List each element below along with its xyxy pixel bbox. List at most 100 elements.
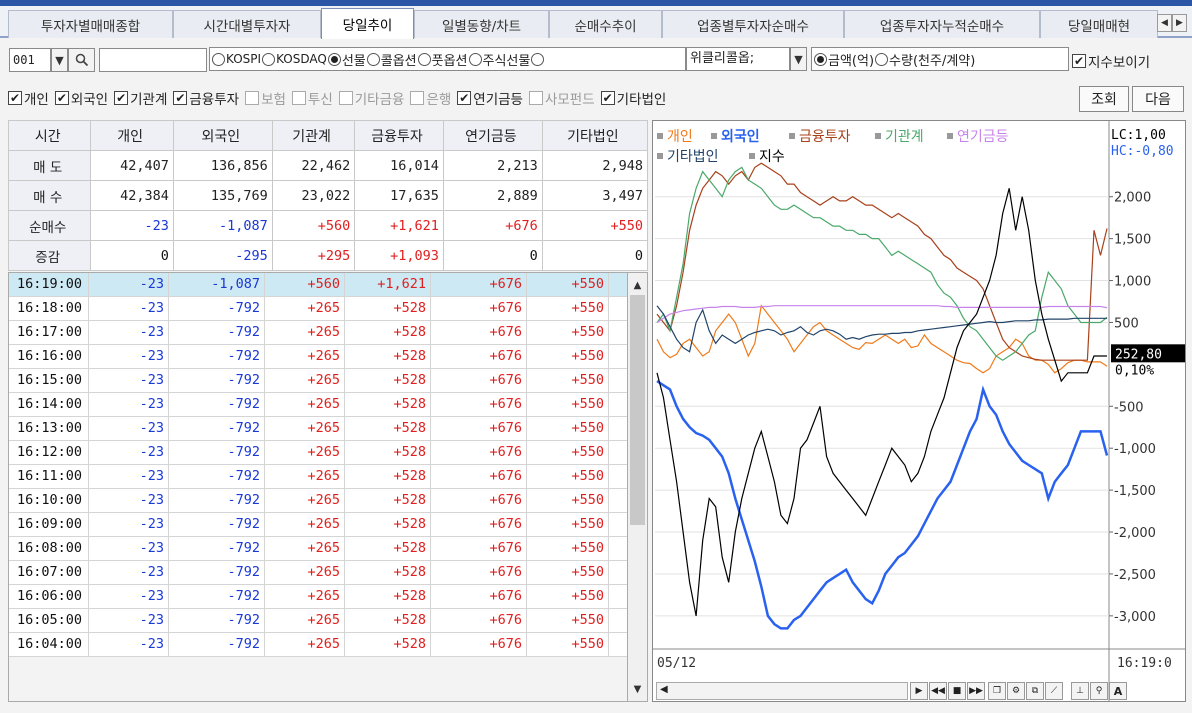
chart-horizontal-scrollbar[interactable]: ◀	[656, 682, 908, 700]
y-tick-label: 500	[1114, 316, 1139, 331]
row-cell: +550	[527, 441, 609, 464]
tab-today-trading[interactable]: 당일매매현	[1040, 10, 1158, 38]
table-row[interactable]: 16:05:00 -23 -792 +265 +528 +676 +550	[9, 609, 627, 633]
table-row[interactable]: 16:12:00 -23 -792 +265 +528 +676 +550	[9, 441, 627, 465]
table-row[interactable]: 16:04:00 -23 -792 +265 +528 +676 +550	[9, 633, 627, 657]
investor-checkbox[interactable]: 은행	[410, 88, 451, 108]
chart-line-icon[interactable]: ⟋	[1045, 682, 1063, 700]
row-cell: +676	[431, 633, 527, 656]
summary-cell: 3,497	[541, 180, 649, 211]
table-row[interactable]: 16:17:00 -23 -792 +265 +528 +676 +550	[9, 321, 627, 345]
tab-prev-button[interactable]: ◀	[1157, 14, 1172, 32]
name-field[interactable]	[99, 48, 207, 72]
radio-stock-futures[interactable]: 주식선물	[468, 50, 530, 69]
search-button[interactable]	[68, 48, 95, 72]
row-cell: +550	[527, 513, 609, 536]
table-row[interactable]: 16:11:00 -23 -792 +265 +528 +676 +550	[9, 465, 627, 489]
table-row[interactable]: 16:16:00 -23 -792 +265 +528 +676 +550	[9, 345, 627, 369]
investor-checkbox[interactable]: ✔ 기관계	[114, 88, 167, 108]
radio-weekly-button	[531, 52, 545, 66]
radio-kospi[interactable]: KOSPI	[212, 52, 261, 66]
table-row[interactable]: 16:14:00 -23 -792 +265 +528 +676 +550	[9, 393, 627, 417]
chart-stop-button[interactable]: ■	[948, 682, 966, 700]
scroll-down-icon[interactable]: ▼	[628, 679, 647, 699]
tab-sector-cumulative[interactable]: 업종투자자누적순매수	[844, 10, 1040, 38]
row-cell: +528	[345, 441, 431, 464]
chart-last-button[interactable]: ▶▶	[967, 682, 985, 700]
investor-checkbox[interactable]: ✔ 개인	[8, 88, 49, 108]
tab-daily-chart[interactable]: 일별동향/차트	[414, 10, 549, 38]
table-row[interactable]: 16:13:00 -23 -792 +265 +528 +676 +550	[9, 417, 627, 441]
chart-window-icon[interactable]: ❐	[988, 682, 1006, 700]
investor-checkbox[interactable]: ✔ 연기금등	[457, 88, 523, 108]
scroll-up-icon[interactable]: ▲	[628, 275, 647, 295]
investor-checkbox[interactable]: 기타금융	[338, 88, 404, 108]
investor-checkbox[interactable]: 사모펀드	[528, 88, 595, 108]
table-row[interactable]: 16:10:00 -23 -792 +265 +528 +676 +550	[9, 489, 627, 513]
tab-investor-summary[interactable]: 투자자별매매종합	[8, 10, 173, 38]
chart-settings-icon[interactable]: ⚙	[1007, 682, 1025, 700]
radio-quantity[interactable]: 수량(천주/계약)	[875, 50, 975, 69]
radio-kosdaq[interactable]: KOSDAQ	[262, 52, 327, 66]
row-cell: +550	[527, 489, 609, 512]
radio-weekly[interactable]	[531, 52, 545, 66]
investor-checkbox[interactable]: 보험	[245, 88, 286, 108]
tab-next-button[interactable]: ▶	[1172, 14, 1187, 32]
column-header[interactable]: 연기금등	[442, 120, 543, 151]
column-header[interactable]: 시간	[7, 120, 92, 151]
table-row[interactable]: 16:06:00 -23 -792 +265 +528 +676 +550	[9, 585, 627, 609]
radio-call-option[interactable]: 콜옵션	[366, 50, 417, 69]
chart-copy-icon[interactable]: ⧉	[1026, 682, 1044, 700]
chart-text-icon[interactable]: A	[1109, 682, 1127, 700]
table-row[interactable]: 16:18:00 -23 -792 +265 +528 +676 +550	[9, 297, 627, 321]
weekly-option-dropdown[interactable]: ▼	[790, 47, 807, 71]
chart-crosshair-icon[interactable]: ⊥	[1071, 682, 1089, 700]
investor-checkbox[interactable]: 투신	[291, 88, 333, 108]
legend-label: 지수	[759, 149, 785, 165]
scroll-left-icon[interactable]: ◀	[660, 684, 668, 695]
column-header[interactable]: 기관계	[271, 120, 356, 151]
row-cell: -23	[89, 465, 169, 488]
investor-checkbox[interactable]: ✔ 금융투자	[173, 88, 239, 108]
row-cell: +676	[431, 345, 527, 368]
scroll-thumb[interactable]	[630, 295, 645, 525]
investor-checkbox[interactable]: ✔ 기타법인	[600, 88, 666, 108]
chart-scroll-right-button[interactable]: ▶	[910, 682, 928, 700]
vertical-scrollbar[interactable]: ▲ ▼	[628, 272, 648, 702]
next-button[interactable]: 다음	[1132, 86, 1184, 112]
radio-put-option[interactable]: 풋옵션	[417, 50, 468, 69]
code-input[interactable]: 001	[9, 48, 51, 72]
row-cell: +550	[527, 321, 609, 344]
column-header[interactable]: 금융투자	[354, 120, 444, 151]
table-row[interactable]: 16:08:00 -23 -792 +265 +528 +676 +550	[9, 537, 627, 561]
row-cell: +550	[527, 393, 609, 416]
summary-cell: -295	[172, 240, 273, 271]
table-row[interactable]: 16:07:00 -23 -792 +265 +528 +676 +550	[9, 561, 627, 585]
radio-amount[interactable]: 금액(억)	[814, 50, 874, 69]
chart-first-button[interactable]: ◀◀	[929, 682, 947, 700]
table-row[interactable]: 16:15:00 -23 -792 +265 +528 +676 +550	[9, 369, 627, 393]
price-tag-label: 252,80	[1115, 347, 1162, 362]
checkbox-box: ✔	[173, 91, 188, 105]
weekly-option-select[interactable]: 위클리콜옵;	[686, 47, 790, 71]
show-index-label: 지수보이기	[1088, 55, 1151, 71]
column-header[interactable]: 개인	[90, 120, 174, 151]
investor-checkbox[interactable]: ✔ 외국인	[54, 88, 108, 108]
row-cell: +265	[265, 321, 345, 344]
code-dropdown-button[interactable]: ▼	[51, 48, 68, 72]
column-header[interactable]: 외국인	[172, 120, 273, 151]
radio-futures[interactable]: 선물	[327, 50, 366, 69]
column-header[interactable]: 기타법인	[541, 120, 649, 151]
y-tick-label: -3,000	[1114, 610, 1156, 625]
table-row[interactable]: 16:19:00 -23 -1,087 +560 +1,621 +676 +550	[9, 273, 627, 297]
tab-net-buy-trend[interactable]: 순매수추이	[549, 10, 662, 38]
row-cell: +550	[527, 369, 609, 392]
tab-time-investor[interactable]: 시간대별투자자	[173, 10, 321, 38]
tab-sector-net-buy[interactable]: 업종별투자자순매수	[662, 10, 844, 38]
query-button[interactable]: 조회	[1079, 86, 1129, 112]
chart-zoom-icon[interactable]: ⚲	[1090, 682, 1108, 700]
show-index-checkbox[interactable]: ✔ 지수보이기	[1072, 51, 1150, 71]
tab-today-trend[interactable]: 당일추이	[321, 8, 414, 39]
table-row[interactable]: 16:09:00 -23 -792 +265 +528 +676 +550	[9, 513, 627, 537]
summary-cell: 2,889	[442, 180, 543, 211]
